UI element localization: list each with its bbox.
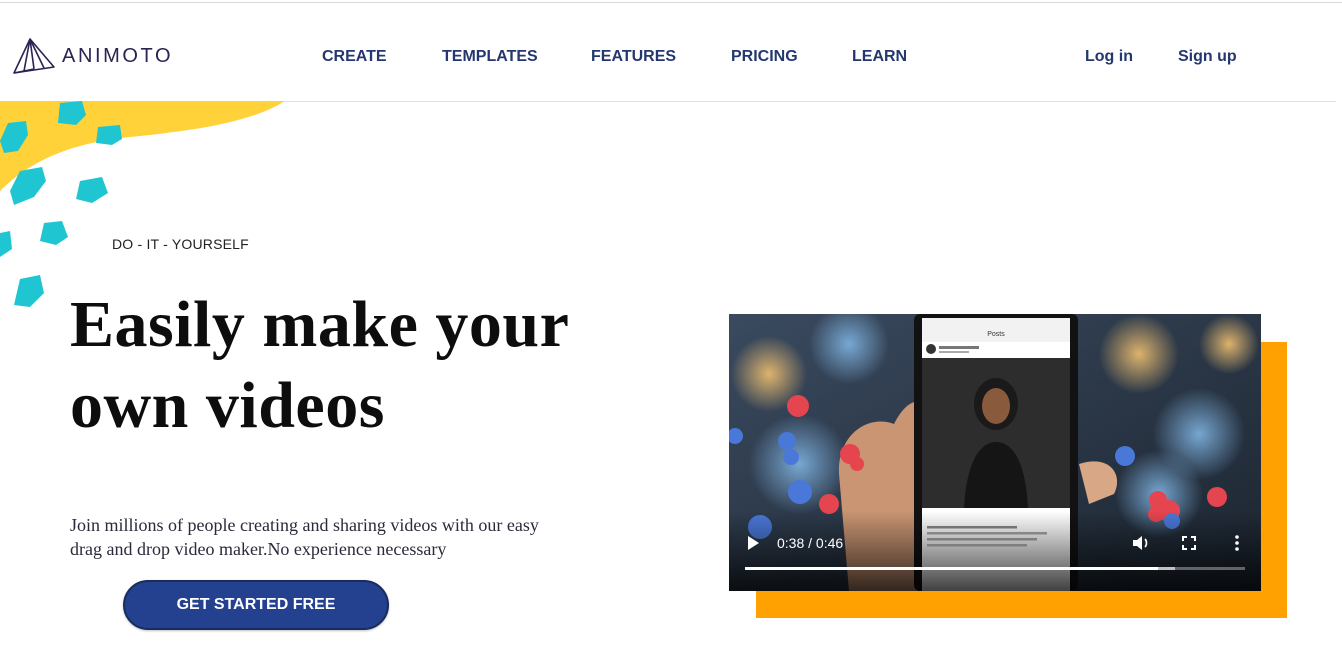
play-icon[interactable] xyxy=(746,535,760,551)
hero-subtext: Join millions of people creating and sha… xyxy=(70,513,630,561)
animoto-logo-icon xyxy=(13,38,55,74)
video-player[interactable]: Posts 0:38 / 0:46 xyxy=(729,314,1261,591)
volume-icon[interactable] xyxy=(1131,534,1151,552)
site-header: ANIMOTO CREATE TEMPLATES FEATURES PRICIN… xyxy=(0,3,1342,101)
subtext-line-1: Join millions of people creating and sha… xyxy=(70,515,539,535)
get-started-button[interactable]: GET STARTED FREE xyxy=(123,580,389,630)
video-time: 0:38 / 0:46 xyxy=(777,535,844,551)
nav-templates[interactable]: TEMPLATES xyxy=(442,48,538,66)
more-vertical-icon[interactable] xyxy=(1231,534,1243,552)
video-progress-bar[interactable] xyxy=(745,567,1245,570)
nav-pricing[interactable]: PRICING xyxy=(731,48,798,66)
login-link[interactable]: Log in xyxy=(1085,48,1133,66)
video-progress-fill xyxy=(745,567,1158,570)
signup-link[interactable]: Sign up xyxy=(1178,48,1237,66)
hero-headline: Easily make your own videos xyxy=(70,284,670,446)
nav-learn[interactable]: LEARN xyxy=(852,48,907,66)
hero-eyebrow: DO - IT - YOURSELF xyxy=(112,236,249,252)
brand-name: ANIMOTO xyxy=(62,44,174,67)
fullscreen-icon[interactable] xyxy=(1181,535,1197,551)
video-controls xyxy=(729,511,1261,591)
nav-create[interactable]: CREATE xyxy=(322,48,387,66)
nav-features[interactable]: FEATURES xyxy=(591,48,676,66)
subtext-line-2: drag and drop video maker.No experience … xyxy=(70,539,447,559)
headline-line-2: own videos xyxy=(70,369,385,442)
brand-logo[interactable]: ANIMOTO xyxy=(12,36,173,76)
svg-text:Posts: Posts xyxy=(987,331,1005,338)
headline-line-1: Easily make your xyxy=(70,288,570,361)
